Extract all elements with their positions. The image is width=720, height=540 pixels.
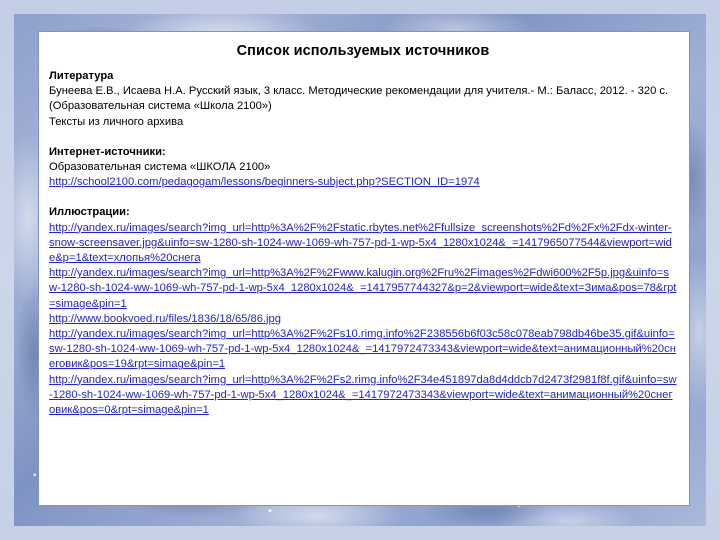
internet-source-link-1[interactable]: http://school2100.com/pedagogam/lessons/… [49,175,677,190]
literature-reference-1: Бунеева Е.В., Исаева Н.А. Русский язык, … [49,85,669,113]
illustration-link-2[interactable]: http://yandex.ru/images/search?img_url=h… [49,266,677,312]
illustration-link-3[interactable]: http://www.bookvoed.ru/files/1836/18/65/… [49,312,677,327]
presentation-slide: Список используемых источников Литератур… [0,0,720,540]
section-heading-internet-sources: Интернет-источники: [49,145,166,158]
section-illustrations: Иллюстрации: http://yandex.ru/images/sea… [49,205,677,418]
section-heading-illustrations: Иллюстрации: [49,206,130,219]
section-literature: Литература Бунеева Е.В., Исаева Н.А. Рус… [49,69,677,130]
slide-content-panel: Список используемых источников Литератур… [38,31,690,506]
section-internet-sources: Интернет-источники: Образовательная сист… [49,145,677,191]
illustration-link-5[interactable]: http://yandex.ru/images/search?img_url=h… [49,373,677,419]
section-heading-literature: Литература [49,70,114,82]
illustration-link-1[interactable]: http://yandex.ru/images/search?img_url=h… [49,221,677,267]
page-title: Список используемых источников [236,43,490,59]
internet-source-name: Образовательная система «ШКОЛА 2100» [49,161,271,174]
illustration-link-4[interactable]: http://yandex.ru/images/search?img_url=h… [49,327,677,373]
literature-reference-2: Тексты из личного архива [49,115,184,128]
